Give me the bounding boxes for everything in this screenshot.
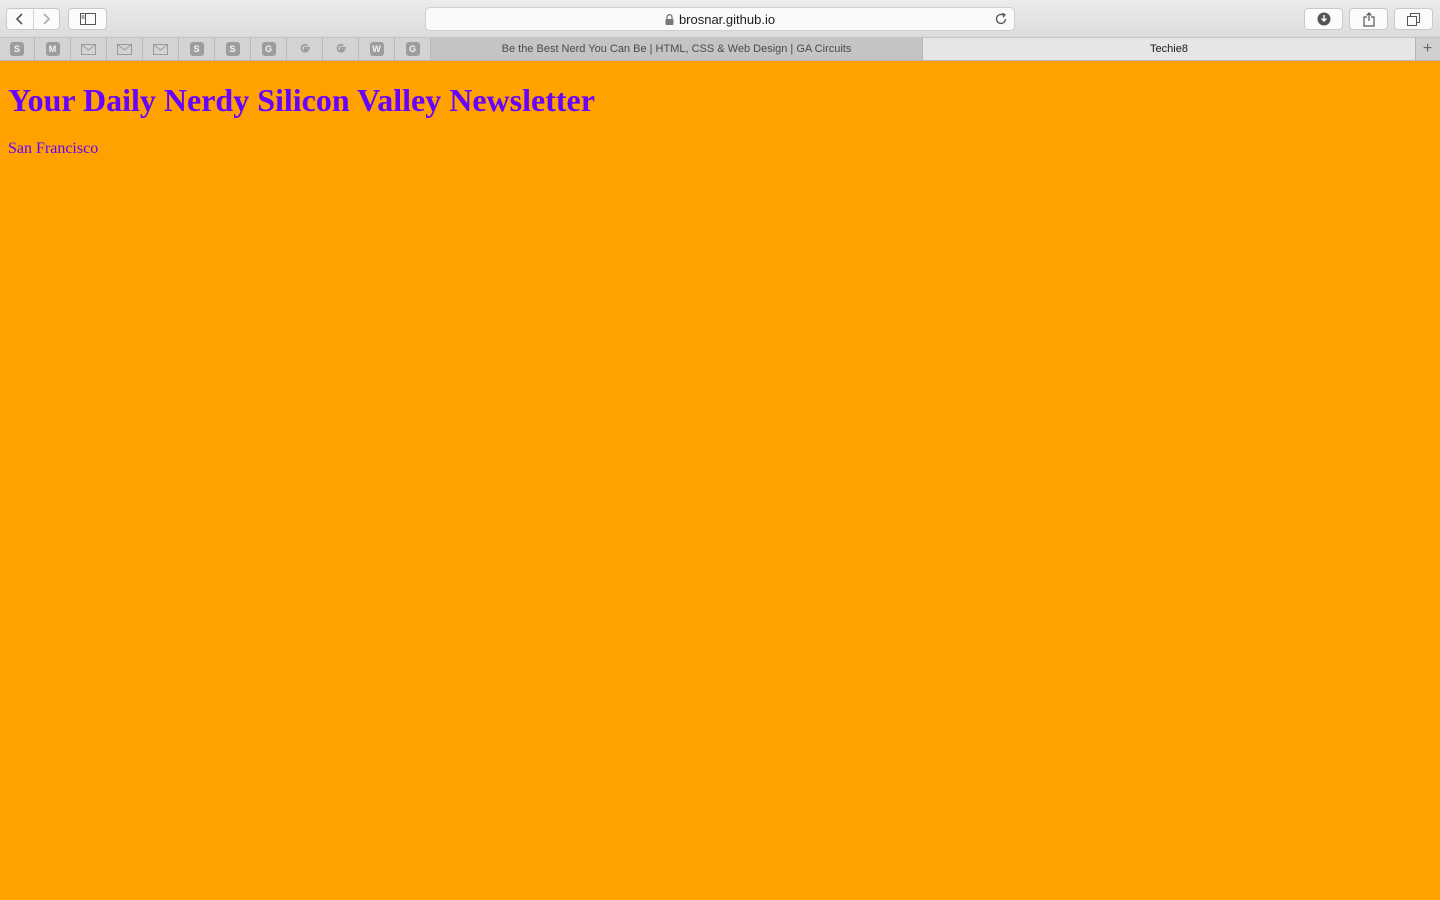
s-favicon-icon: S (10, 42, 24, 56)
pinned-tab[interactable]: M (35, 38, 71, 60)
address-text: brosnar.github.io (678, 11, 776, 27)
page-content: Your Daily Nerdy Silicon Valley Newslett… (0, 61, 1440, 900)
download-icon (1317, 12, 1330, 26)
sidebar-button[interactable] (68, 8, 107, 30)
mail-icon (81, 43, 96, 55)
reload-icon[interactable] (994, 12, 1008, 29)
chevron-right-icon (43, 13, 51, 25)
google-icon (300, 43, 310, 53)
tab-bar: S M S S G W G Be the Best Nerd You Can B… (0, 38, 1440, 61)
share-button[interactable] (1349, 8, 1388, 30)
pinned-tab[interactable]: G (251, 38, 287, 60)
google-icon (336, 43, 346, 53)
sidebar-icon (79, 13, 96, 25)
w-favicon-icon: W (369, 42, 384, 56)
downloads-button[interactable] (1304, 8, 1343, 30)
s-favicon-icon: S (225, 42, 240, 56)
g-favicon-icon: G (405, 42, 420, 56)
tabs-overview-button[interactable] (1394, 8, 1433, 30)
page-heading: Your Daily Nerdy Silicon Valley Newslett… (8, 82, 595, 118)
mail-icon (117, 43, 132, 55)
back-button[interactable] (7, 9, 33, 29)
new-tab-button[interactable]: + (1415, 38, 1439, 60)
pinned-tab[interactable] (107, 38, 143, 60)
pinned-tab[interactable]: W (359, 38, 395, 60)
lock-icon (665, 13, 674, 25)
pinned-tab[interactable]: G (395, 38, 431, 60)
forward-button[interactable] (32, 9, 60, 29)
tab-label: Techie8 (1150, 43, 1188, 55)
tabs-icon (1407, 12, 1420, 26)
mail-icon (153, 43, 168, 55)
pinned-tab[interactable]: S (215, 38, 251, 60)
share-icon (1362, 11, 1375, 27)
pinned-tab[interactable]: S (0, 38, 35, 60)
tab-techie8[interactable]: Techie8 (923, 38, 1415, 60)
pinned-tab[interactable] (323, 38, 359, 60)
browser-toolbar: brosnar.github.io (0, 0, 1440, 38)
pinned-tab[interactable] (71, 38, 107, 60)
chevron-left-icon (15, 13, 23, 25)
location-text: San Francisco (8, 140, 99, 157)
tab-ga-circuits[interactable]: Be the Best Nerd You Can Be | HTML, CSS … (431, 38, 923, 60)
address-bar[interactable]: brosnar.github.io (425, 7, 1015, 31)
plus-icon: + (1422, 40, 1433, 57)
s-favicon-icon: S (189, 42, 204, 56)
pinned-tab[interactable]: S (179, 38, 215, 60)
pinned-tab[interactable] (143, 38, 179, 60)
pinned-tab[interactable] (287, 38, 323, 60)
m-favicon-icon: M (45, 42, 60, 56)
navigation-buttons (6, 8, 60, 30)
g-favicon-icon: G (261, 42, 276, 56)
tab-label: Be the Best Nerd You Can Be | HTML, CSS … (501, 43, 852, 55)
